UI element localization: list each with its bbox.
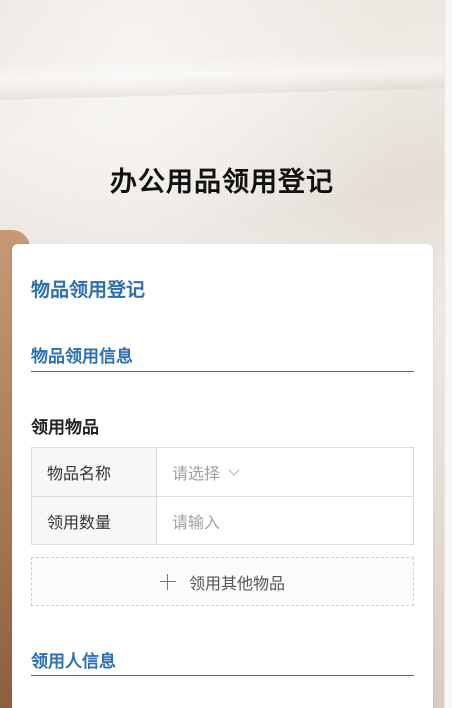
section-divider	[31, 371, 414, 372]
item-name-placeholder: 请选择	[172, 464, 221, 483]
add-other-item-label: 领用其他物品	[188, 573, 285, 593]
plus-icon	[159, 573, 176, 590]
form-title: 物品领用登记	[31, 279, 146, 301]
section-title-item-info: 物品领用信息	[31, 347, 133, 367]
add-other-item-button[interactable]: 领用其他物品	[31, 557, 414, 606]
section-divider	[31, 675, 414, 676]
item-fields-table: 物品名称 请选择 领用数量 请输入	[31, 447, 414, 545]
item-quantity-label: 领用数量	[32, 497, 157, 544]
section-title-requester-info: 领用人信息	[31, 652, 116, 672]
item-quantity-placeholder: 请输入	[172, 512, 221, 532]
chevron-down-icon	[228, 464, 240, 476]
item-name-row: 物品名称 请选择	[32, 448, 413, 496]
scrollbar-track[interactable]	[444, 0, 452, 708]
page-title: 办公用品领用登记	[110, 167, 334, 198]
item-quantity-input[interactable]: 请输入	[157, 497, 413, 544]
background-wall-band	[0, 50, 444, 100]
form-card: 物品领用登记 物品领用信息 领用物品 物品名称 请选择 领用数量 请输入 领用其…	[12, 244, 433, 708]
items-subheading: 领用物品	[31, 418, 99, 438]
item-name-select[interactable]: 请选择	[157, 448, 413, 496]
item-quantity-row: 领用数量 请输入	[32, 496, 413, 544]
item-name-label: 物品名称	[32, 448, 157, 496]
